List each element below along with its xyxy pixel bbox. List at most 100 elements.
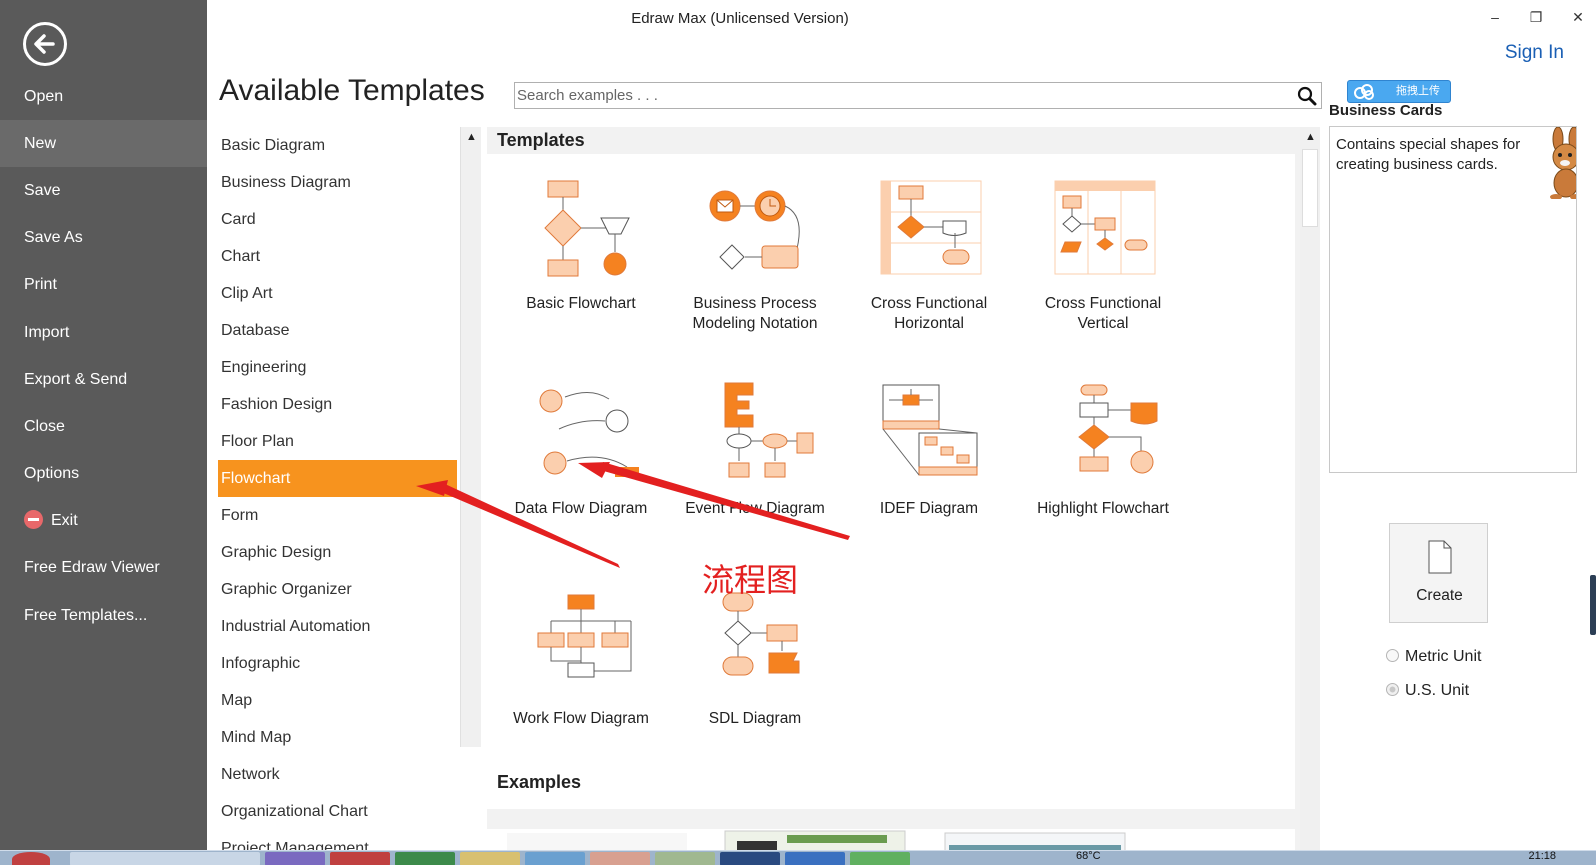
search-input[interactable] [517,85,1277,106]
taskbar-app[interactable] [850,852,910,865]
template-label: Cross Functional [870,295,988,312]
category-item[interactable]: Card [218,201,458,238]
category-item[interactable]: Engineering [218,349,458,386]
search-box [514,82,1322,109]
taskbar-app[interactable] [785,852,845,865]
cross-functional-horizontal-thumbnail [880,180,982,275]
cloud-upload-icon [1354,84,1374,100]
template-basic-flowchart[interactable]: Basic Flowchart [496,176,666,314]
templates-scrollbar[interactable]: ▲ [1300,127,1320,850]
page-title: Available Templates [219,74,485,107]
taskbar-app[interactable] [590,852,650,865]
window-title: Edraw Max (Unlicensed Version) [631,10,849,27]
nav-options[interactable]: Options [0,450,207,497]
template-event-flow-diagram[interactable]: Event Flow Diagram [670,381,840,519]
template-label-line2: Modeling Notation [692,315,818,332]
template-data-flow-diagram[interactable]: Data Flow Diagram [496,381,666,519]
templates-grid: Basic Flowchart Business Process Modelin… [487,154,1295,809]
taskbar-app[interactable] [70,852,260,865]
radio-dot-icon [1386,649,1399,662]
restore-button[interactable]: ❐ [1523,6,1549,28]
template-cross-functional-horizontal[interactable]: Cross Functional Horizontal [844,176,1014,334]
template-work-flow-diagram[interactable]: Work Flow Diagram [496,591,666,729]
side-panel-handle[interactable] [1590,575,1596,635]
nav-free-templates[interactable]: Free Templates... [0,592,207,639]
search-icon[interactable] [1297,86,1317,106]
template-cross-functional-vertical[interactable]: Cross Functional Vertical [1018,176,1188,334]
category-item[interactable]: Mind Map [218,719,458,756]
template-label: Event Flow Diagram [685,500,825,517]
exit-icon [24,510,43,529]
category-item[interactable]: Basic Diagram [218,127,458,164]
template-label: Business Process [693,295,817,312]
category-item-selected[interactable]: Flowchart [218,460,457,497]
template-label-line2: Vertical [1077,315,1129,332]
category-item[interactable]: Chart [218,238,458,275]
scroll-up-arrow-icon[interactable]: ▲ [1300,127,1321,147]
metric-unit-label: Metric Unit [1405,648,1482,665]
taskbar-app[interactable] [265,852,325,865]
radio-dot-selected-icon [1386,683,1399,696]
create-button[interactable]: Create [1389,523,1488,623]
category-item[interactable]: Industrial Automation [218,608,458,645]
close-window-button[interactable]: ✕ [1565,6,1591,28]
back-arrow-icon [34,34,55,54]
scroll-up-arrow-icon[interactable]: ▲ [461,127,482,147]
nav-export-send[interactable]: Export & Send [0,356,207,403]
taskbar-app[interactable] [655,852,715,865]
us-unit-radio[interactable]: U.S. Unit [1386,682,1469,700]
taskbar-app[interactable] [395,852,455,865]
category-scrollbar[interactable]: ▲ [460,127,481,747]
category-item[interactable]: Fashion Design [218,386,458,423]
category-item[interactable]: Database [218,312,458,349]
category-item[interactable]: Business Diagram [218,164,458,201]
us-unit-label: U.S. Unit [1405,682,1470,699]
minimize-button[interactable]: – [1482,6,1508,28]
nav-save[interactable]: Save [0,167,207,214]
category-item[interactable]: Map [218,682,458,719]
nav-import[interactable]: Import [0,309,207,356]
annotation-label: 流程图 [702,561,799,599]
upload-badge[interactable]: 拖拽上传 [1347,80,1451,103]
template-bpmn[interactable]: Business Process Modeling Notation [670,176,840,334]
template-label: Highlight Flowchart [1037,500,1169,517]
nav-save-as[interactable]: Save As [0,214,207,261]
category-item[interactable]: Graphic Organizer [218,571,458,608]
category-item[interactable]: Project Management [218,830,458,850]
nav-print[interactable]: Print [0,261,207,308]
category-item[interactable]: Organizational Chart [218,793,458,830]
template-label: Cross Functional [1044,295,1162,312]
category-item[interactable]: Floor Plan [218,423,458,460]
category-item[interactable]: Network [218,756,458,793]
bpmn-thumbnail [709,190,800,270]
taskbar-app[interactable] [330,852,390,865]
basic-flowchart-thumbnail [544,180,630,277]
metric-unit-radio[interactable]: Metric Unit [1386,648,1481,666]
taskbar-app[interactable] [525,852,585,865]
taskbar-app[interactable] [460,852,520,865]
cross-functional-vertical-thumbnail [1054,180,1156,275]
preview-panel: Contains special shapes for creating bus… [1329,126,1577,473]
nav-new[interactable]: New [0,120,207,167]
taskbar-app[interactable] [720,852,780,865]
category-item[interactable]: Graphic Design [218,534,458,571]
nav-close[interactable]: Close [0,403,207,450]
start-button[interactable] [12,852,50,865]
upload-badge-label: 拖拽上传 [1396,85,1440,97]
template-label: Work Flow Diagram [513,710,649,727]
template-highlight-flowchart[interactable]: Highlight Flowchart [1018,381,1188,519]
tray-clock[interactable]: 21:18 [1528,850,1556,862]
category-item[interactable]: Form [218,497,458,534]
template-idef-diagram[interactable]: IDEF Diagram [844,381,1014,519]
category-item[interactable]: Infographic [218,645,458,682]
template-sdl-diagram[interactable]: SDL Diagram [670,591,840,729]
preview-description: Contains special shapes for creating bus… [1336,136,1521,173]
nav-exit[interactable]: Exit [0,497,207,544]
nav-open[interactable]: Open [0,73,207,120]
nav-free-edraw-viewer[interactable]: Free Edraw Viewer [0,544,207,591]
back-button[interactable] [23,22,67,66]
tray-temperature: 68°C [1076,850,1101,862]
sign-in-link[interactable]: Sign In [1505,42,1564,64]
category-item[interactable]: Clip Art [218,275,458,312]
scrollbar-thumb[interactable] [1302,149,1318,227]
